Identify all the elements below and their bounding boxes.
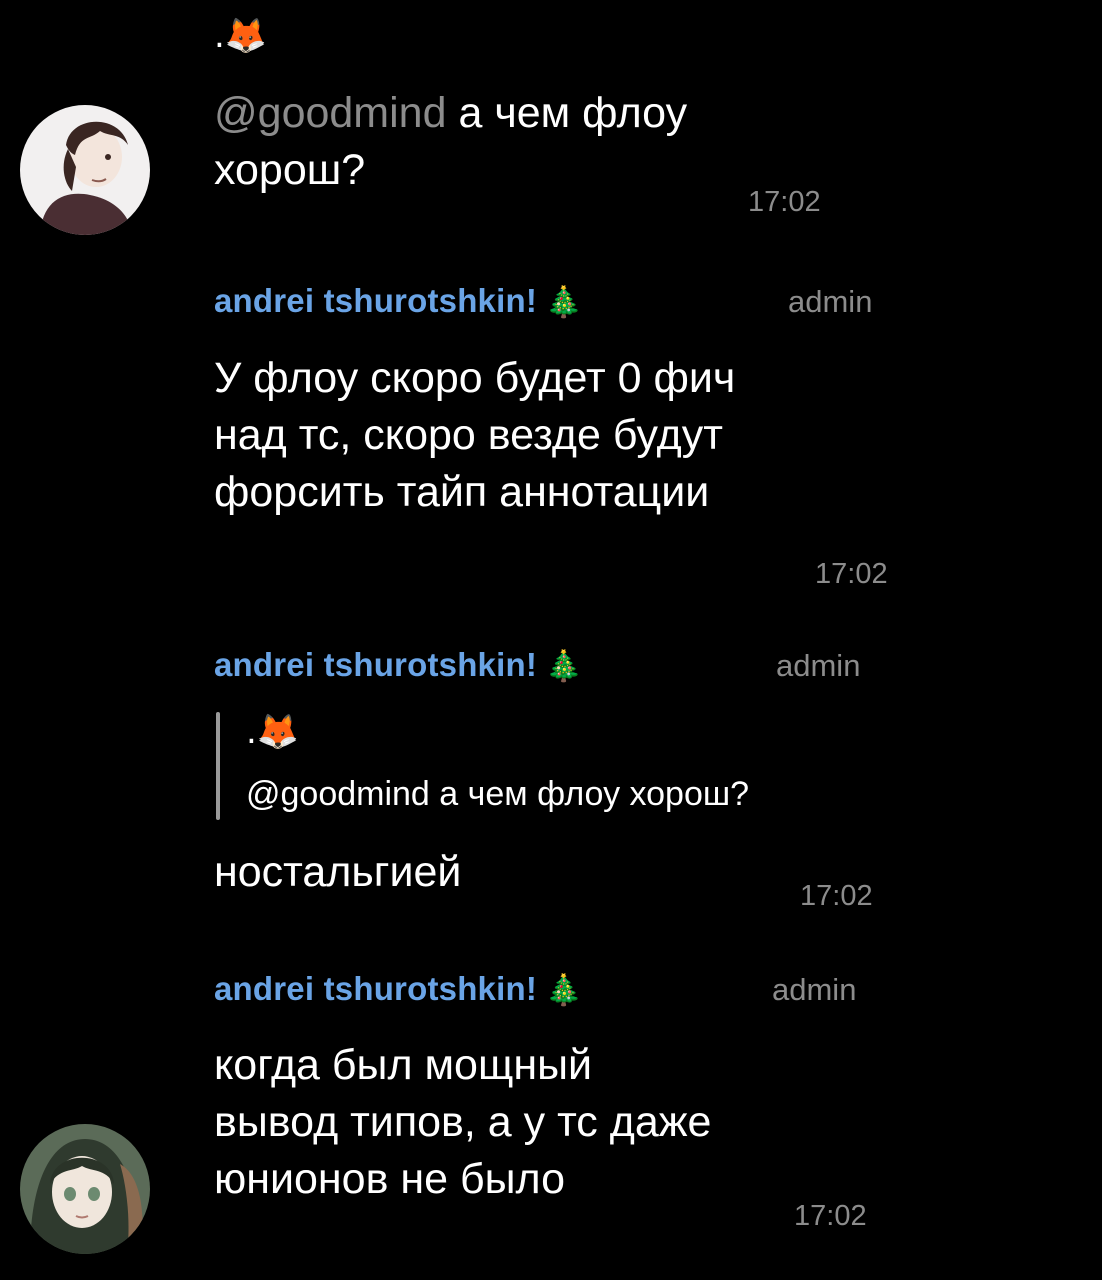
christmas-tree-icon: 🎄 [545, 974, 583, 1007]
emoji-prefix: .🦊 [214, 16, 268, 56]
christmas-tree-icon: 🎄 [545, 286, 583, 319]
admin-badge: admin [776, 648, 861, 683]
sender-name[interactable]: andrei tshurotshkin! 🎄 [214, 282, 583, 320]
girl-avatar-image [20, 1124, 150, 1254]
message-text: @goodmind а чем флоу хорош? [214, 85, 834, 199]
sender-label: andrei tshurotshkin! [214, 970, 538, 1007]
message-text: когда был мощный вывод типов, а у тс даж… [214, 1041, 712, 1203]
mention-link[interactable]: @goodmind [214, 89, 447, 137]
avatar[interactable] [20, 1124, 150, 1254]
reply-quote-text[interactable]: @goodmind а чем флоу хорош? [246, 775, 749, 814]
sender-label: andrei tshurotshkin! [214, 646, 538, 683]
message-text: У флоу скоро будет 0 фич над тс, скоро в… [214, 354, 736, 516]
sender-name[interactable]: andrei tshurotshkin! 🎄 [214, 646, 583, 684]
message-time: 17:02 [800, 880, 873, 912]
message-text: ностальгией [214, 848, 462, 896]
christmas-tree-icon: 🎄 [545, 650, 583, 683]
admin-badge: admin [772, 972, 857, 1007]
avatar[interactable] [20, 105, 150, 235]
sender-label: andrei tshurotshkin! [214, 282, 538, 319]
message-time: 17:02 [748, 186, 821, 218]
reply-emoji-prefix: .🦊 [246, 712, 300, 752]
message-time: 17:02 [815, 558, 888, 590]
message-time: 17:02 [794, 1200, 867, 1232]
admin-badge: admin [788, 284, 873, 319]
sender-name[interactable]: andrei tshurotshkin! 🎄 [214, 970, 583, 1008]
boy-avatar-image [20, 105, 150, 235]
reply-quote-bar[interactable] [216, 712, 220, 820]
